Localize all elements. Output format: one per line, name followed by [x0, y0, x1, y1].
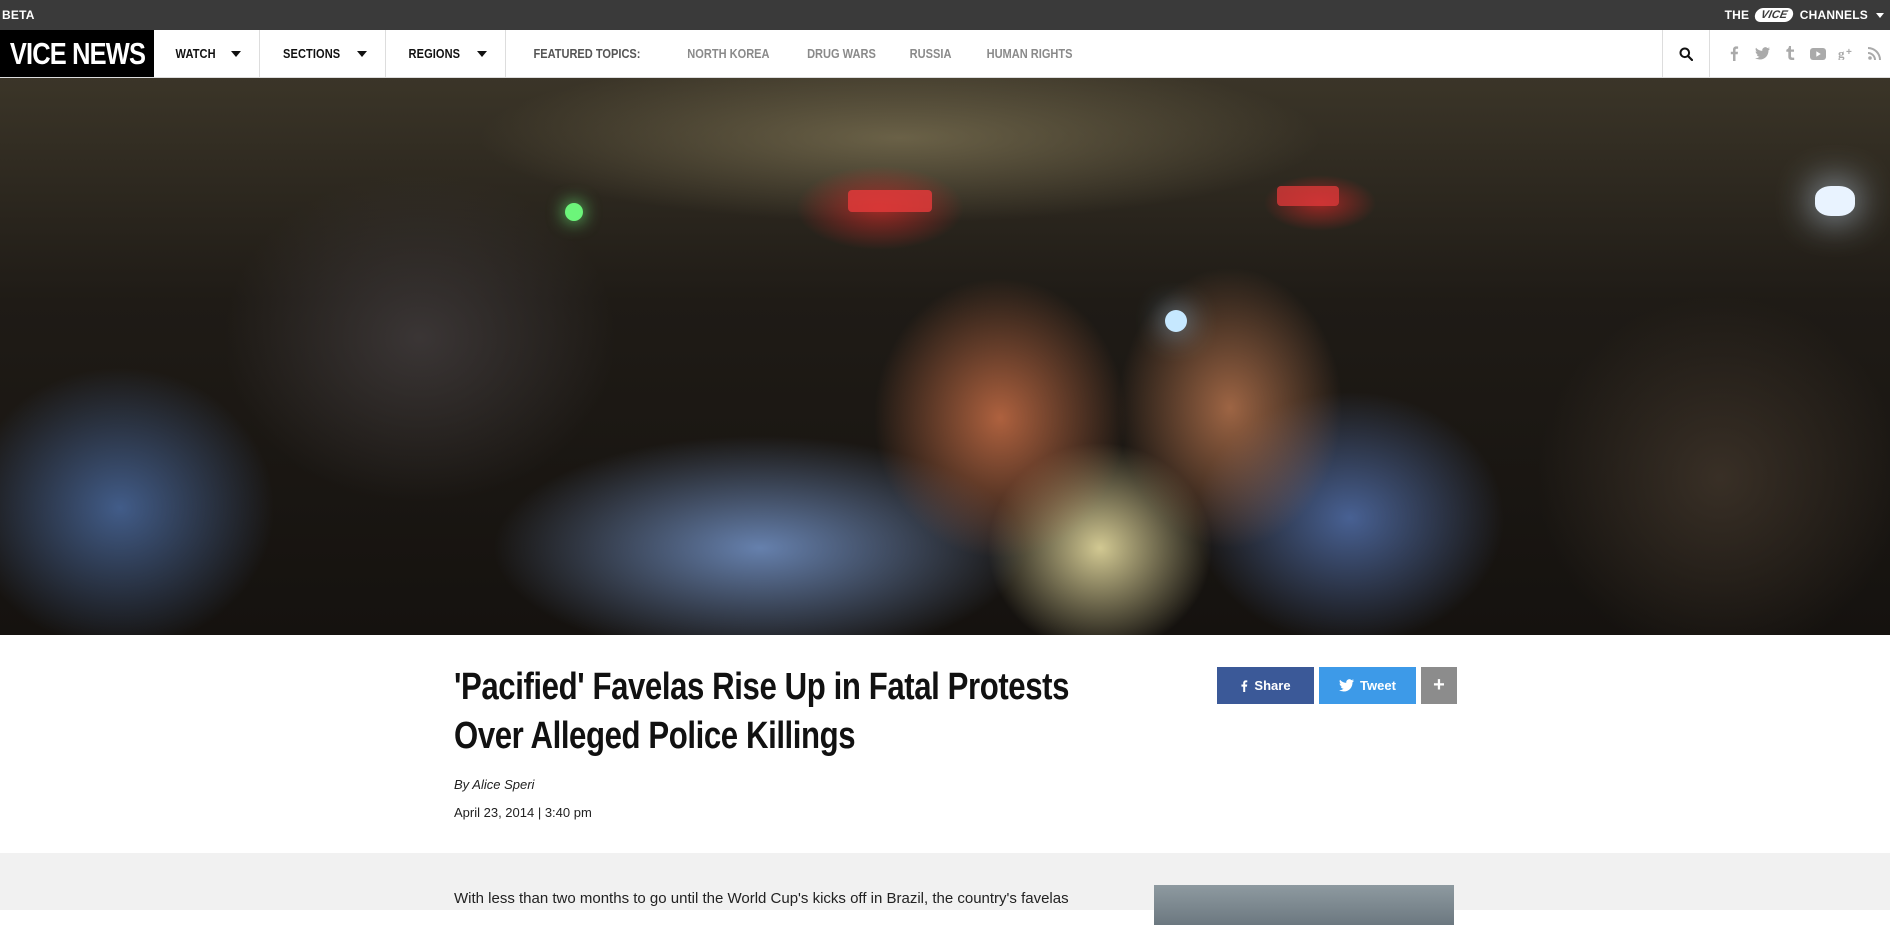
rss-icon[interactable] — [1866, 46, 1882, 62]
light-glare — [1277, 186, 1339, 206]
article-paragraph: With less than two months to go until th… — [454, 890, 1069, 907]
topic-link-north-korea[interactable]: NORTH KOREA — [687, 46, 769, 61]
facebook-icon[interactable] — [1726, 46, 1742, 62]
tumblr-icon[interactable] — [1782, 46, 1798, 62]
share-label: Share — [1254, 678, 1291, 693]
youtube-icon[interactable] — [1810, 46, 1826, 62]
more-share-button[interactable]: + — [1421, 667, 1457, 704]
topic-link-human-rights[interactable]: HUMAN RIGHTS — [986, 46, 1072, 61]
light-glare — [848, 190, 932, 212]
article-byline: By Alice Speri — [454, 777, 535, 792]
tweet-label: Tweet — [1360, 678, 1396, 693]
light-glare — [1165, 310, 1187, 332]
search-button[interactable] — [1662, 30, 1710, 77]
plus-icon: + — [1433, 674, 1445, 696]
twitter-icon — [1339, 679, 1355, 692]
article-date: April 23, 2014 | 3:40 pm — [454, 805, 592, 820]
article-header: 'Pacified' Favelas Rise Up in Fatal Prot… — [0, 635, 1890, 853]
light-glare — [565, 203, 583, 221]
hero-image — [0, 78, 1890, 635]
nav-menu-watch[interactable]: WATCH — [154, 30, 261, 77]
facebook-icon — [1241, 679, 1248, 692]
featured-topics: FEATURED TOPICS: NORTH KOREA DRUG WARS R… — [506, 30, 1104, 77]
vice-channels-menu[interactable]: THE VICE CHANNELS — [1725, 8, 1884, 22]
svg-text:+: + — [1846, 47, 1852, 58]
nav-menu-sections[interactable]: SECTIONS — [260, 30, 387, 77]
top-bar: BETA THE VICE CHANNELS — [0, 0, 1890, 30]
article-body: With less than two months to go until th… — [0, 853, 1890, 925]
related-image[interactable] — [1154, 885, 1454, 925]
featured-topics-label: FEATURED TOPICS: — [533, 46, 641, 61]
vice-logo: VICE — [1753, 8, 1796, 22]
nav-menu-label: WATCH — [175, 46, 216, 61]
facebook-share-button[interactable]: Share — [1217, 667, 1314, 704]
chevron-down-icon — [1876, 12, 1884, 18]
nav-menu-regions[interactable]: REGIONS — [386, 30, 507, 77]
caret-down-icon — [231, 50, 242, 57]
nav-menu-label: REGIONS — [409, 46, 461, 61]
vice-news-logo[interactable]: VICE NEWS — [0, 30, 154, 77]
light-glare — [1815, 186, 1855, 216]
topic-link-russia[interactable]: RUSSIA — [909, 46, 951, 61]
tweet-button[interactable]: Tweet — [1319, 667, 1416, 704]
svg-text:g: g — [1838, 47, 1845, 60]
caret-down-icon — [357, 50, 368, 57]
google-plus-icon[interactable]: g + — [1838, 46, 1854, 62]
nav-menu-label: SECTIONS — [283, 46, 341, 61]
caret-down-icon — [477, 50, 488, 57]
article-title: 'Pacified' Favelas Rise Up in Fatal Prot… — [454, 666, 1070, 757]
channels-label: CHANNELS — [1799, 8, 1868, 22]
main-nav: VICE NEWS WATCH SECTIONS REGIONS FEATURE… — [0, 30, 1890, 78]
twitter-icon[interactable] — [1754, 46, 1770, 62]
search-icon — [1679, 47, 1693, 61]
share-buttons: Share Tweet + — [1217, 667, 1457, 704]
social-links: g + — [1710, 30, 1890, 77]
topic-link-drug-wars[interactable]: DRUG WARS — [807, 46, 876, 61]
the-label: THE — [1724, 8, 1750, 22]
beta-label: BETA — [2, 8, 35, 22]
